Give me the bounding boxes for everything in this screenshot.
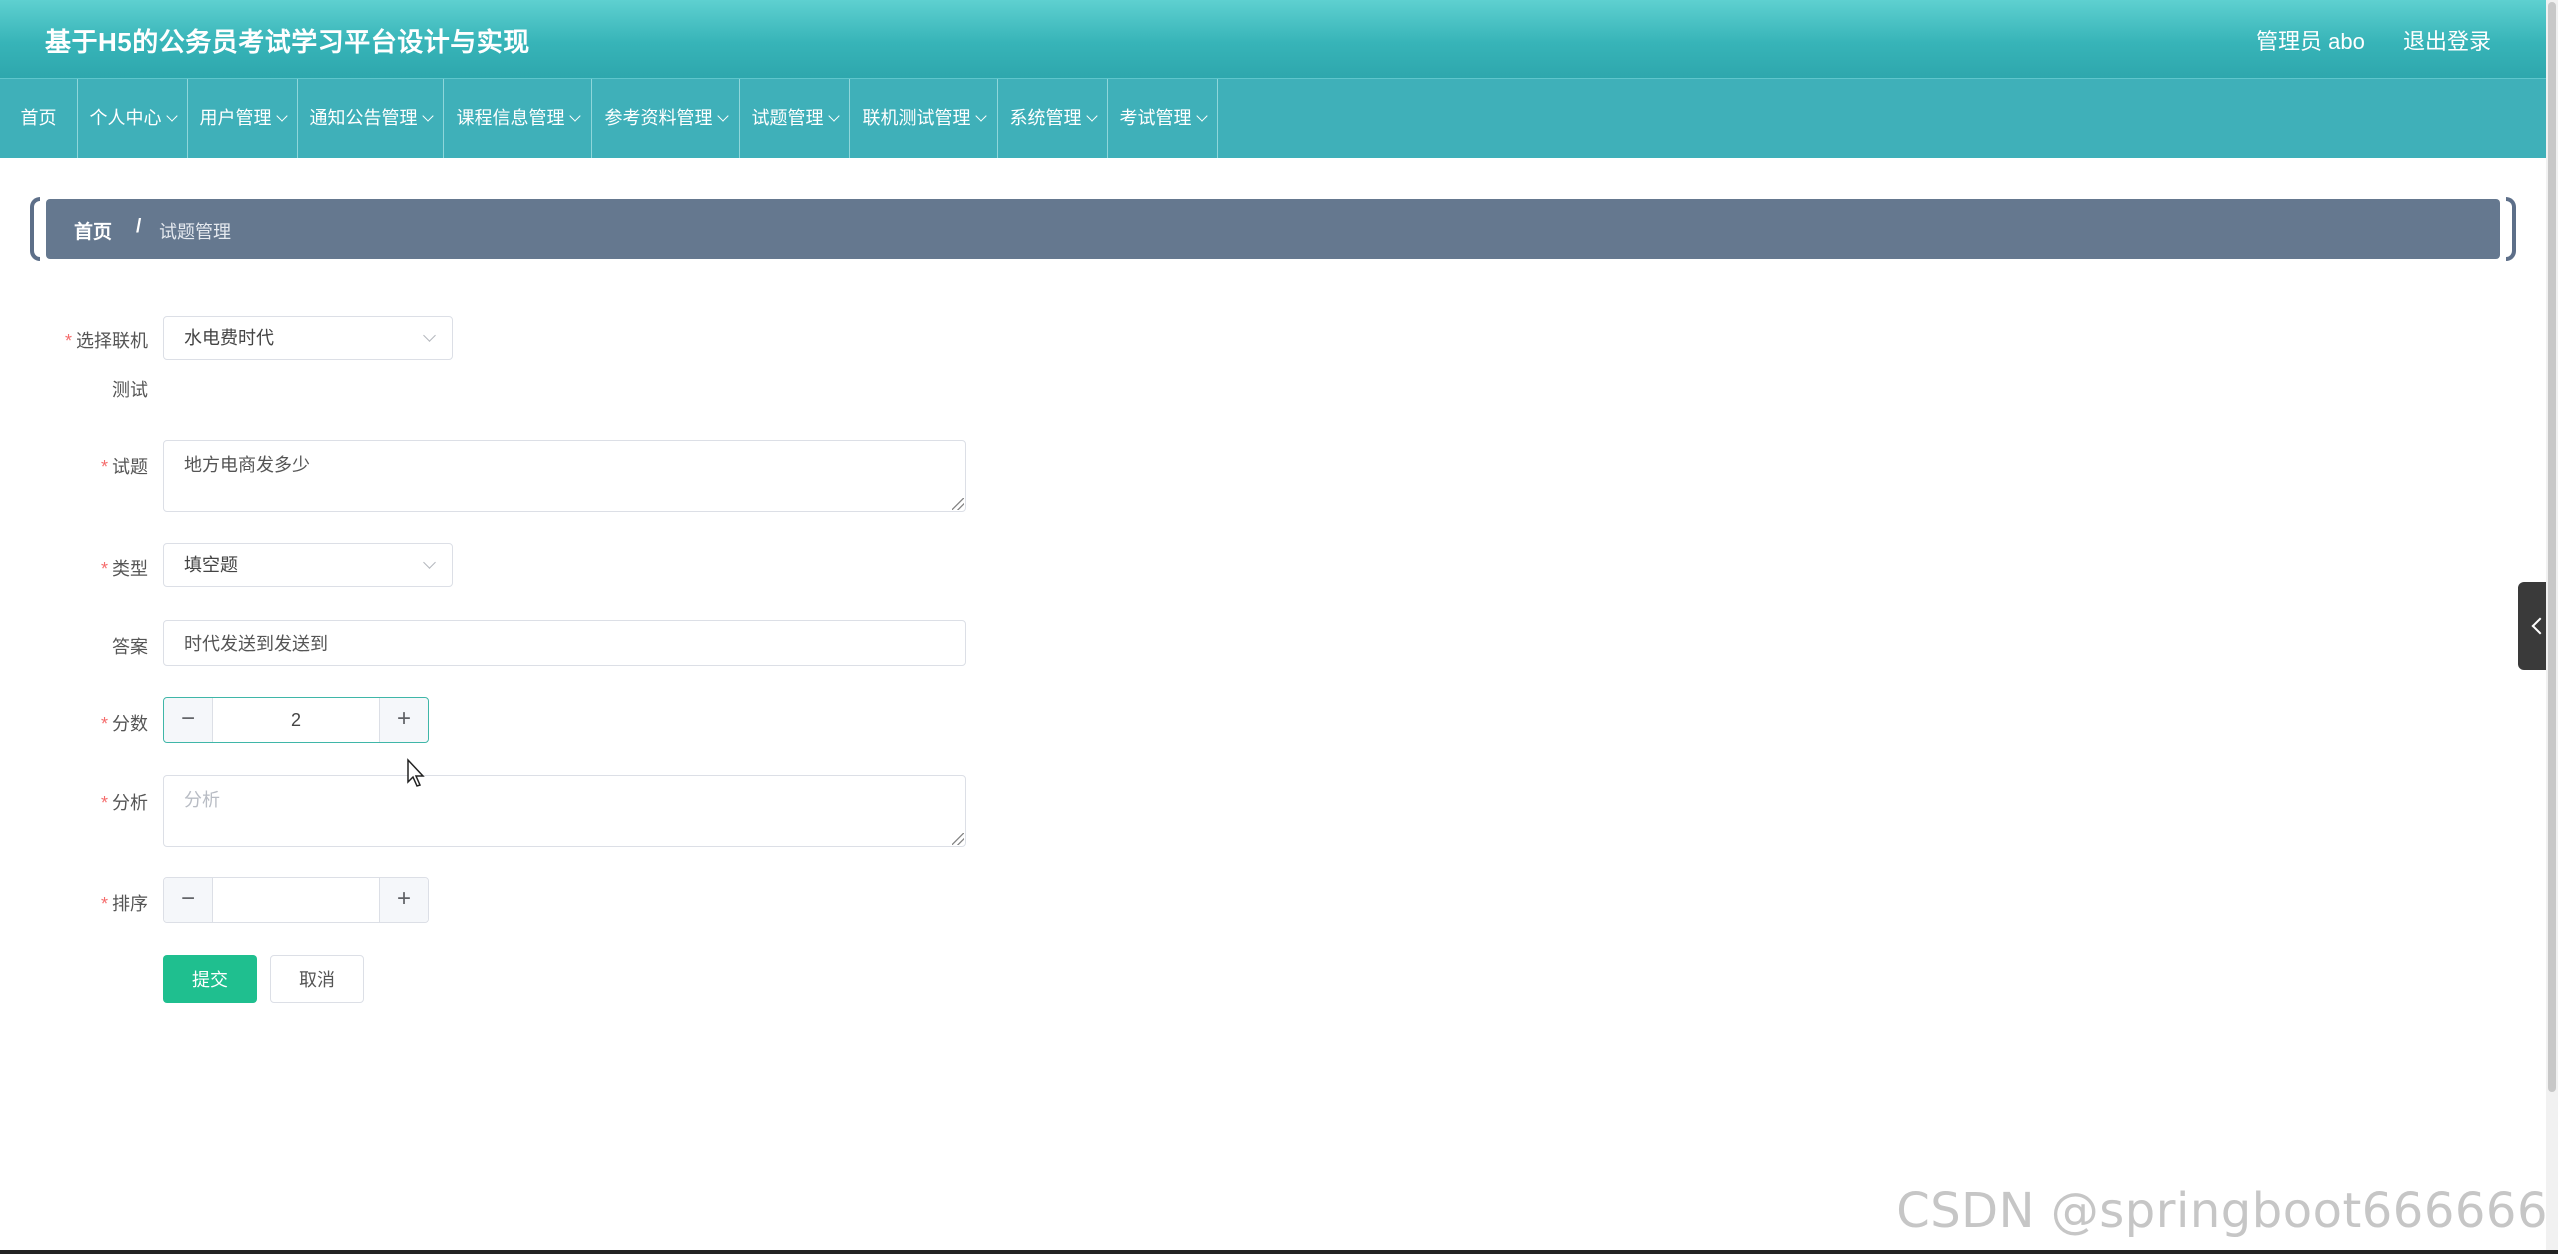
sort-label: * 排序 <box>28 890 148 916</box>
breadcrumb-home[interactable]: 首页 <box>74 217 112 244</box>
nav-item-label: 通知公告管理 <box>309 108 418 128</box>
online-test-label-line2: 测试 <box>112 380 148 400</box>
breadcrumb-current: 试题管理 <box>159 222 231 242</box>
sort-value[interactable] <box>213 878 379 922</box>
analysis-textarea[interactable] <box>163 775 966 847</box>
resize-grip-icon[interactable] <box>952 833 964 845</box>
nav-item-question-management[interactable]: 试题管理 <box>740 79 850 158</box>
breadcrumb-container: 首页 / 试题管理 <box>30 197 2516 261</box>
user-area: 管理员 abo 退出登录 <box>2256 24 2491 56</box>
nav-item-label: 课程信息管理 <box>456 108 565 128</box>
nav-item-online-test-management[interactable]: 联机测试管理 <box>850 79 998 158</box>
question-label: * 试题 <box>28 453 148 479</box>
online-test-select[interactable]: 水电费时代 <box>163 316 453 360</box>
nav-item-notice-management[interactable]: 通知公告管理 <box>298 79 444 158</box>
watermark: CSDN @springboot666666 <box>1896 1183 2548 1239</box>
nav-item-system-management[interactable]: 系统管理 <box>998 79 1108 158</box>
bracket-right-decoration <box>2506 197 2516 261</box>
analysis-label-text: 分析 <box>112 793 148 813</box>
nav-item-label: 试题管理 <box>751 108 824 128</box>
required-mark: * <box>64 331 72 351</box>
score-label: * 分数 <box>28 710 148 736</box>
chevron-down-icon <box>974 110 987 122</box>
question-label-text: 试题 <box>112 457 148 477</box>
sort-stepper: − + <box>163 877 429 923</box>
bottom-border <box>0 1250 2558 1254</box>
chevron-down-icon <box>1085 110 1098 122</box>
question-textarea[interactable]: 地方电商发多少 <box>163 440 966 512</box>
sort-label-text: 排序 <box>112 894 148 914</box>
type-label: * 类型 <box>28 555 148 581</box>
nav-item-label: 考试管理 <box>1119 108 1192 128</box>
sort-decrement-button[interactable]: − <box>164 878 213 922</box>
chevron-down-icon <box>165 110 178 122</box>
logout-link[interactable]: 退出登录 <box>2403 24 2491 56</box>
type-selected-value: 填空题 <box>184 555 238 575</box>
answer-label: 答案 <box>112 637 148 657</box>
user-name: 管理员 abo <box>2256 29 2365 54</box>
nav-item-label: 首页 <box>20 108 57 128</box>
online-test-label: * 选择联机 <box>28 327 148 353</box>
cancel-button[interactable]: 取消 <box>270 955 364 1003</box>
required-mark: * <box>100 559 108 579</box>
online-test-selected-value: 水电费时代 <box>184 328 274 348</box>
nav-item-exam-management[interactable]: 考试管理 <box>1108 79 1218 158</box>
bracket-left-decoration <box>30 197 40 261</box>
mouse-pointer-icon <box>407 758 425 787</box>
nav-item-label: 个人中心 <box>89 108 162 128</box>
score-decrement-button[interactable]: − <box>164 698 213 742</box>
chevron-down-icon <box>827 110 840 122</box>
nav-item-reference-management[interactable]: 参考资料管理 <box>592 79 740 158</box>
online-test-label-line1: 选择联机 <box>76 331 148 351</box>
answer-input[interactable] <box>163 620 966 666</box>
nav-item-label: 用户管理 <box>199 108 272 128</box>
nav-item-user-management[interactable]: 用户管理 <box>188 79 298 158</box>
nav-item-label: 参考资料管理 <box>604 108 713 128</box>
required-mark: * <box>100 714 108 734</box>
chevron-down-icon <box>1195 110 1208 122</box>
breadcrumb: 首页 / 试题管理 <box>46 199 2500 259</box>
required-mark: * <box>100 457 108 477</box>
nav-item-label: 系统管理 <box>1009 108 1082 128</box>
chevron-down-icon <box>421 110 434 122</box>
chevron-down-icon <box>716 110 729 122</box>
nav-item-home[interactable]: 首页 <box>0 79 78 158</box>
resize-grip-icon[interactable] <box>952 498 964 510</box>
analysis-label: * 分析 <box>28 789 148 815</box>
page-scrollbar[interactable] <box>2546 0 2558 1254</box>
nav-item-label: 联机测试管理 <box>862 108 971 128</box>
chevron-down-icon <box>423 556 436 569</box>
score-value[interactable]: 2 <box>213 698 379 742</box>
scrollbar-thumb[interactable] <box>2548 2 2556 1092</box>
type-label-text: 类型 <box>112 559 148 579</box>
nav-item-personal-center[interactable]: 个人中心 <box>78 79 188 158</box>
chevron-down-icon <box>423 329 436 342</box>
main-nav: 首页 个人中心 用户管理 通知公告管理 课程信息管理 参考资料管理 试题管理 联… <box>0 78 2546 158</box>
top-header: 基于H5的公务员考试学习平台设计与实现 管理员 abo 退出登录 <box>0 0 2546 78</box>
score-increment-button[interactable]: + <box>379 698 428 742</box>
required-mark: * <box>100 793 108 813</box>
score-stepper: − 2 + <box>163 697 429 743</box>
chevron-down-icon <box>568 110 581 122</box>
chevron-down-icon <box>275 110 288 122</box>
score-label-text: 分数 <box>112 714 148 734</box>
required-mark: * <box>100 894 108 914</box>
site-title: 基于H5的公务员考试学习平台设计与实现 <box>45 27 530 57</box>
type-select[interactable]: 填空题 <box>163 543 453 587</box>
nav-item-course-management[interactable]: 课程信息管理 <box>444 79 592 158</box>
breadcrumb-separator: / <box>136 216 142 237</box>
submit-button[interactable]: 提交 <box>163 955 257 1003</box>
sort-increment-button[interactable]: + <box>379 878 428 922</box>
